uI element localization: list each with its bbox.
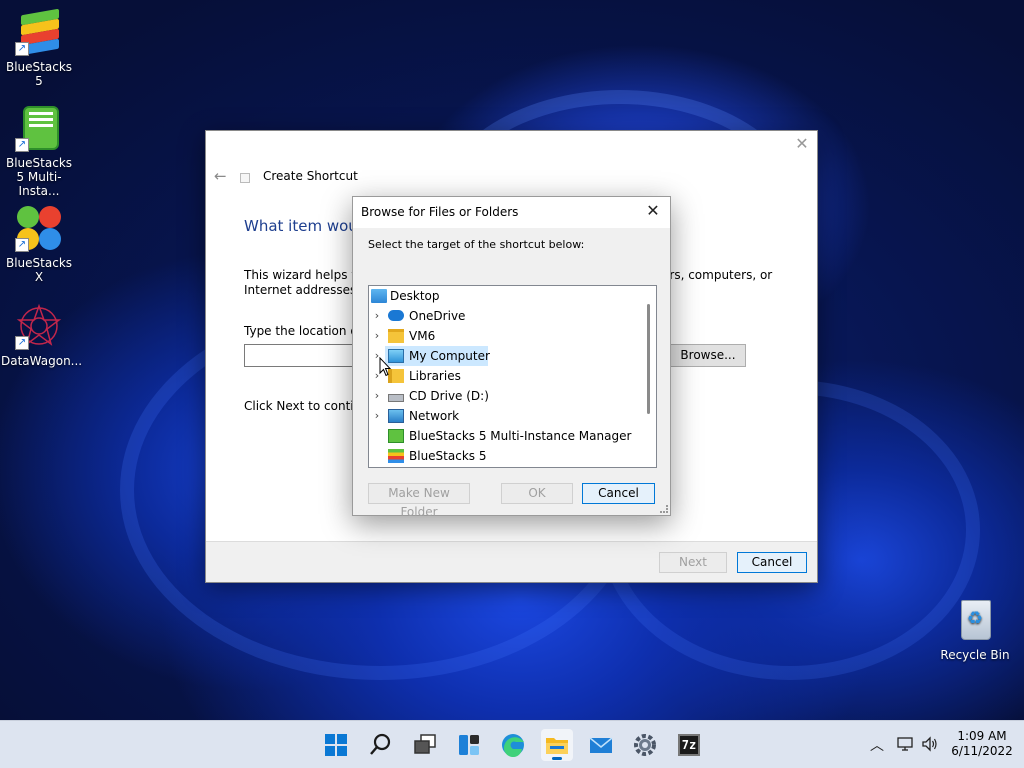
bluestacks-multi-icon: ↗ <box>15 104 63 152</box>
tree-item-label: My Computer <box>409 349 490 363</box>
active-indicator <box>552 757 562 760</box>
mail-icon <box>589 737 613 753</box>
wizard-description-line2: Internet addresses. <box>244 283 361 297</box>
settings-button[interactable] <box>629 729 661 761</box>
wizard-heading: What item woul <box>244 217 362 235</box>
continue-instruction: Click Next to continu <box>244 399 369 413</box>
wizard-footer: Next Cancel <box>206 541 817 582</box>
location-input[interactable] <box>244 344 364 367</box>
clock-time: 1:09 AM <box>957 729 1007 743</box>
desktop-icon-bluestacks-multi[interactable]: ↗ BlueStacks 5 Multi-Insta... <box>1 104 77 198</box>
close-icon[interactable]: ✕ <box>795 136 809 152</box>
browse-titlebar[interactable]: Browse for Files or Folders ✕ <box>353 197 670 228</box>
scrollbar-thumb[interactable] <box>647 304 650 414</box>
cloud-icon <box>388 310 404 321</box>
task-view-icon <box>414 734 436 754</box>
desktop-icon-label: BlueStacks 5 <box>5 60 73 88</box>
datawagon-icon: ↗ <box>15 302 63 350</box>
tree-item-label: BlueStacks 5 <box>409 449 487 463</box>
chevron-right-icon[interactable]: › <box>371 326 383 346</box>
widgets-button[interactable] <box>453 729 485 761</box>
browse-title: Browse for Files or Folders <box>361 205 519 219</box>
resize-grip[interactable] <box>660 505 668 513</box>
browse-instruction: Select the target of the shortcut below: <box>368 238 585 251</box>
chevron-up-icon[interactable]: ︿ <box>870 735 884 755</box>
edge-button[interactable] <box>497 729 529 761</box>
close-icon[interactable]: ✕ <box>644 202 662 220</box>
tree-item-my-computer[interactable]: › My Computer <box>369 346 639 366</box>
desktop-icon-datawagon[interactable]: ↗ DataWagon... <box>1 302 83 368</box>
search-button[interactable] <box>364 729 396 761</box>
back-arrow-icon[interactable]: ← <box>214 167 227 185</box>
tree-item-bluestacks-5[interactable]: BlueStacks 5 <box>369 446 639 466</box>
desktop-icon-recycle-bin[interactable]: ♻ Recycle Bin <box>937 596 1013 662</box>
tree-item-label: Network <box>409 409 460 423</box>
next-button[interactable]: Next <box>659 552 727 573</box>
desktop-icon-bluestacks-5[interactable]: ↗ BlueStacks 5 <box>1 8 77 88</box>
start-icon <box>325 734 347 756</box>
network-status-icon[interactable] <box>897 736 915 755</box>
ok-button[interactable]: OK <box>501 483 573 504</box>
shortcut-arrow-icon: ↗ <box>15 336 29 350</box>
tree-item-label: OneDrive <box>409 309 466 323</box>
mail-button[interactable] <box>585 729 617 761</box>
bluestacks-multi-icon <box>388 429 404 443</box>
tree-item-onedrive[interactable]: › OneDrive <box>369 306 639 326</box>
tree-item-label: CD Drive (D:) <box>409 389 489 403</box>
desktop-icon-label: BlueStacks X <box>5 256 73 284</box>
taskbar: 7z ︿ 1:09 AM 6/11/2022 <box>0 720 1024 768</box>
bluestacks-icon: ↗ <box>15 8 63 56</box>
tree-scrollbar[interactable] <box>641 286 656 467</box>
edge-icon <box>502 734 524 758</box>
shortcut-arrow-icon: ↗ <box>15 238 29 252</box>
shortcut-arrow-icon: ↗ <box>15 42 29 56</box>
wizard-cancel-button[interactable]: Cancel <box>737 552 807 573</box>
tree-item-network[interactable]: › Network <box>369 406 639 426</box>
tree-item-libraries[interactable]: › Libraries <box>369 366 639 386</box>
desktop-folder-icon <box>371 289 387 303</box>
wizard-title: Create Shortcut <box>263 169 358 183</box>
widgets-icon <box>459 735 479 755</box>
network-icon <box>388 409 404 423</box>
make-new-folder-button[interactable]: Make New Folder <box>368 483 470 519</box>
folder-icon <box>388 329 404 343</box>
wizard-description-right: ers, computers, or <box>662 268 773 282</box>
tree-item-bluestacks-multi[interactable]: BlueStacks 5 Multi-Instance Manager <box>369 426 639 446</box>
tree-item-desktop[interactable]: Desktop <box>369 286 639 306</box>
desktop-icon-label: DataWagon... <box>1 354 83 368</box>
browse-cancel-button[interactable]: Cancel <box>582 483 655 504</box>
tree-item-cd-drive[interactable]: › CD Drive (D:) <box>369 386 639 406</box>
7zip-button[interactable]: 7z <box>673 729 705 761</box>
volume-icon[interactable] <box>921 736 939 755</box>
search-icon <box>370 733 391 755</box>
chevron-right-icon[interactable]: › <box>371 406 383 426</box>
chevron-right-icon[interactable]: › <box>371 306 383 326</box>
tree-item-label: VM6 <box>409 329 436 343</box>
tree-item-label: BlueStacks 5 Multi-Instance Manager <box>409 429 632 443</box>
bluestacks-x-icon: ↗ <box>15 204 63 252</box>
browse-button[interactable]: Browse... <box>670 344 746 367</box>
tree-item-vm6[interactable]: › VM6 <box>369 326 639 346</box>
task-view-button[interactable] <box>409 729 441 761</box>
browse-dialog: Browse for Files or Folders ✕ Select the… <box>352 196 671 519</box>
shortcut-wizard-icon <box>240 173 250 183</box>
cd-drive-icon <box>388 394 404 402</box>
folder-tree[interactable]: Desktop › OneDrive › VM6 › My Computer ›… <box>368 285 657 468</box>
desktop-icon-label: Recycle Bin <box>940 648 1010 662</box>
shortcut-arrow-icon: ↗ <box>15 138 29 152</box>
file-explorer-button[interactable] <box>541 729 573 761</box>
desktop-icon-label: BlueStacks 5 Multi-Insta... <box>5 156 73 198</box>
tree-item-label: Desktop <box>390 289 440 303</box>
start-button[interactable] <box>320 729 352 761</box>
clock-date: 6/11/2022 <box>951 744 1013 758</box>
desktop-icon-bluestacks-x[interactable]: ↗ BlueStacks X <box>1 204 77 284</box>
mouse-cursor-icon <box>379 357 391 377</box>
bluestacks-icon <box>388 449 404 463</box>
recycle-bin-icon: ♻ <box>951 596 999 644</box>
clock[interactable]: 1:09 AM 6/11/2022 <box>950 729 1014 759</box>
tree-item-label: Libraries <box>409 369 461 383</box>
settings-icon <box>634 734 656 756</box>
7zip-icon: 7z <box>678 734 700 756</box>
chevron-right-icon[interactable]: › <box>371 386 383 406</box>
